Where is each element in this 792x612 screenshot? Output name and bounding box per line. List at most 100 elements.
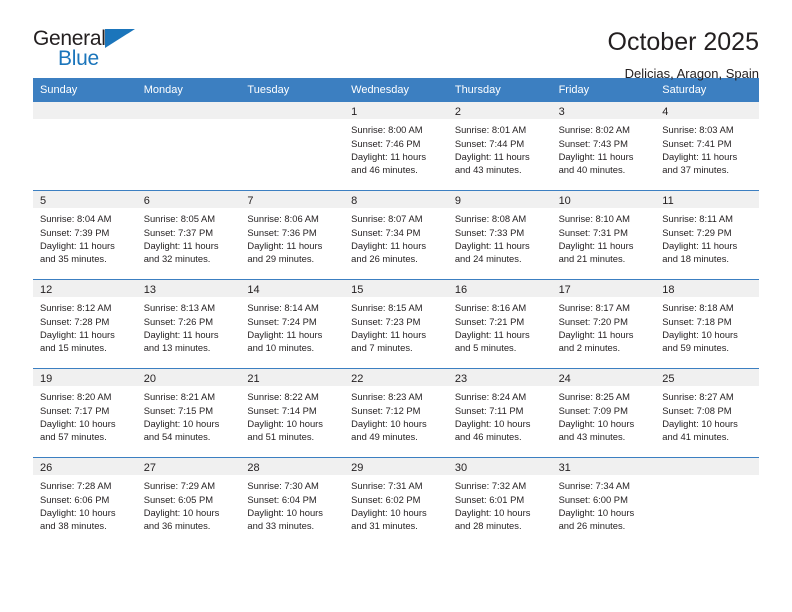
day-details: Sunrise: 8:24 AM Sunset: 7:11 PM Daylight:… — [448, 386, 552, 443]
daylight-text: Daylight: 10 hours — [558, 417, 635, 429]
day-number: 15 — [351, 284, 364, 297]
day-details: Sunrise: 7:28 AM Sunset: 6:06 PM Daylight:… — [33, 475, 137, 532]
daylight-text: Daylight: 10 hours — [351, 506, 427, 518]
calendar-day-cell[interactable]: 28 Sunrise: 7:30 AM Sunset: 6:04 PM Dayligh… — [240, 458, 345, 547]
sunset-text: Sunset: 7:28 PM — [40, 315, 110, 327]
sunrise-text: Sunrise: 8:01 AM — [454, 124, 527, 136]
sunset-text: Sunset: 7:17 PM — [40, 404, 110, 416]
day-number: 13 — [143, 284, 156, 297]
daylight-text: Daylight: 11 hours — [662, 239, 738, 251]
sunrise-text: Sunrise: 8:04 AM — [40, 213, 112, 225]
sunset-text: Sunset: 6:06 PM — [40, 493, 110, 505]
calendar-day-cell[interactable]: 26 Sunrise: 7:28 AM Sunset: 6:06 PM Dayligh… — [33, 458, 137, 547]
daylight-text-cont: and 2 minutes. — [558, 342, 621, 354]
day-details: Sunrise: 8:07 AM Sunset: 7:34 PM Daylight:… — [344, 208, 448, 265]
weekday-header-monday: Monday — [143, 84, 183, 96]
daylight-text-cont: and 26 minutes. — [351, 253, 418, 265]
brand-name-blue: Blue — [58, 47, 99, 70]
sunrise-text: Sunrise: 8:02 AM — [558, 124, 630, 136]
calendar-day-cell[interactable]: 15 Sunrise: 8:15 AM Sunset: 7:23 PM Dayligh… — [344, 280, 448, 369]
day-number: 21 — [247, 373, 260, 386]
day-number-band: 2 — [447, 102, 552, 120]
day-number-band: 31 — [551, 458, 656, 476]
day-details: Sunrise: 8:18 AM Sunset: 7:18 PM Daylight:… — [655, 297, 759, 354]
sunrise-text: Sunrise: 8:12 AM — [40, 302, 112, 314]
calendar-day-cell[interactable]: 27 Sunrise: 7:29 AM Sunset: 6:05 PM Dayligh… — [136, 458, 241, 547]
day-number-band: 5 — [33, 191, 137, 209]
day-number: 26 — [40, 462, 53, 475]
calendar-week-row: 26 Sunrise: 7:28 AM Sunset: 6:06 PM Dayligh… — [33, 457, 759, 547]
sunrise-text: Sunrise: 8:08 AM — [454, 213, 527, 225]
day-number: 10 — [558, 195, 571, 208]
calendar-day-cell[interactable]: 16 Sunrise: 8:16 AM Sunset: 7:21 PM Dayligh… — [447, 280, 552, 369]
calendar-day-cell[interactable]: 11 Sunrise: 8:11 AM Sunset: 7:29 PM Dayligh… — [655, 191, 759, 280]
calendar-day-cell[interactable]: 12 Sunrise: 8:12 AM Sunset: 7:28 PM Dayligh… — [33, 280, 137, 369]
calendar-weeks: 1 Sunrise: 8:00 AM Sunset: 7:46 PM Daylight… — [33, 102, 759, 547]
calendar-day-cell[interactable]: 8 Sunrise: 8:07 AM Sunset: 7:34 PM Daylight… — [344, 191, 448, 280]
sunrise-text: Sunrise: 8:22 AM — [247, 391, 319, 403]
sunset-text: Sunset: 7:18 PM — [662, 315, 732, 327]
calendar-day-cell[interactable]: 6 Sunrise: 8:05 AM Sunset: 7:37 PM Daylight… — [136, 191, 241, 280]
day-number-band: 11 — [655, 191, 759, 209]
calendar-day-cell[interactable]: 5 Sunrise: 8:04 AM Sunset: 7:39 PM Daylight… — [33, 191, 137, 280]
daylight-text-cont: and 10 minutes. — [247, 342, 315, 354]
day-details — [137, 119, 241, 123]
calendar-day-cell[interactable]: 23 Sunrise: 8:24 AM Sunset: 7:11 PM Dayligh… — [447, 369, 552, 458]
sunset-text: Sunset: 6:01 PM — [454, 493, 525, 505]
calendar-day-cell[interactable]: 24 Sunrise: 8:25 AM Sunset: 7:09 PM Dayligh… — [551, 369, 656, 458]
daylight-text: Daylight: 10 hours — [558, 506, 635, 518]
sunrise-text: Sunrise: 7:28 AM — [40, 480, 112, 492]
daylight-text-cont: and 24 minutes. — [454, 253, 522, 265]
calendar-day-cell[interactable]: 9 Sunrise: 8:08 AM Sunset: 7:33 PM Daylight… — [447, 191, 552, 280]
day-number: 1 — [351, 106, 358, 119]
day-details: Sunrise: 8:15 AM Sunset: 7:23 PM Daylight:… — [344, 297, 448, 354]
calendar-day-cell[interactable]: 22 Sunrise: 8:23 AM Sunset: 7:12 PM Dayligh… — [344, 369, 448, 458]
calendar-day-cell[interactable]: 31 Sunrise: 7:34 AM Sunset: 6:00 PM Dayligh… — [551, 458, 656, 547]
daylight-text-cont: and 5 minutes. — [454, 342, 517, 354]
calendar-day-cell[interactable]: 3 Sunrise: 8:02 AM Sunset: 7:43 PM Daylight… — [551, 102, 656, 191]
day-number: 9 — [454, 195, 461, 208]
daylight-text: Daylight: 11 hours — [558, 328, 634, 340]
daylight-text-cont: and 49 minutes. — [351, 431, 418, 443]
sunrise-text: Sunrise: 7:34 AM — [558, 480, 630, 492]
daylight-text: Daylight: 10 hours — [143, 417, 220, 429]
brand-logo[interactable]: General Blue — [33, 26, 143, 72]
sunset-text: Sunset: 7:21 PM — [454, 315, 525, 327]
calendar-day-cell[interactable]: 2 Sunrise: 8:01 AM Sunset: 7:44 PM Daylight… — [447, 102, 552, 191]
day-number-band — [655, 458, 759, 476]
calendar-day-cell[interactable]: 20 Sunrise: 8:21 AM Sunset: 7:15 PM Dayligh… — [136, 369, 241, 458]
daylight-text-cont: and 21 minutes. — [558, 253, 626, 265]
sunrise-text: Sunrise: 8:24 AM — [454, 391, 527, 403]
day-details — [655, 475, 759, 479]
sunrise-text: Sunrise: 8:16 AM — [454, 302, 527, 314]
calendar-day-cell[interactable]: 14 Sunrise: 8:14 AM Sunset: 7:24 PM Dayligh… — [240, 280, 345, 369]
calendar-day-cell[interactable]: 30 Sunrise: 7:32 AM Sunset: 6:01 PM Dayligh… — [447, 458, 552, 547]
day-number-band: 22 — [344, 369, 448, 387]
calendar-day-cell[interactable]: 21 Sunrise: 8:22 AM Sunset: 7:14 PM Dayligh… — [240, 369, 345, 458]
day-number: 12 — [40, 284, 53, 297]
daylight-text: Daylight: 11 hours — [558, 150, 634, 162]
day-number-band — [33, 102, 137, 120]
calendar-day-cell[interactable]: 13 Sunrise: 8:13 AM Sunset: 7:26 PM Dayligh… — [136, 280, 241, 369]
daylight-text: Daylight: 10 hours — [454, 417, 531, 429]
sunrise-text: Sunrise: 8:10 AM — [558, 213, 630, 225]
page-header: General Blue October 2025 Delicias, Arag… — [0, 0, 792, 81]
sunset-text: Sunset: 7:36 PM — [247, 226, 317, 238]
calendar-day-cell[interactable]: 25 Sunrise: 8:27 AM Sunset: 7:08 PM Dayligh… — [655, 369, 759, 458]
sunrise-text: Sunrise: 8:27 AM — [662, 391, 734, 403]
weekday-header-wednesday: Wednesday — [351, 84, 410, 96]
calendar-day-cell[interactable]: 4 Sunrise: 8:03 AM Sunset: 7:41 PM Daylight… — [655, 102, 759, 191]
calendar-day-cell[interactable]: 7 Sunrise: 8:06 AM Sunset: 7:36 PM Daylight… — [240, 191, 345, 280]
day-number: 16 — [454, 284, 468, 297]
calendar-day-cell[interactable]: 18 Sunrise: 8:18 AM Sunset: 7:18 PM Dayligh… — [655, 280, 759, 369]
day-details: Sunrise: 8:16 AM Sunset: 7:21 PM Daylight:… — [448, 297, 552, 354]
sunrise-text: Sunrise: 8:03 AM — [662, 124, 734, 136]
calendar-day-cell[interactable]: 29 Sunrise: 7:31 AM Sunset: 6:02 PM Dayligh… — [344, 458, 448, 547]
sunset-text: Sunset: 6:04 PM — [247, 493, 317, 505]
day-number: 29 — [351, 462, 364, 475]
daylight-text-cont: and 59 minutes. — [662, 342, 729, 354]
calendar-day-cell[interactable]: 10 Sunrise: 8:10 AM Sunset: 7:31 PM Dayligh… — [551, 191, 656, 280]
calendar-day-cell[interactable]: 17 Sunrise: 8:17 AM Sunset: 7:20 PM Dayligh… — [551, 280, 656, 369]
calendar-day-cell[interactable]: 1 Sunrise: 8:00 AM Sunset: 7:46 PM Daylight… — [344, 102, 448, 191]
calendar-day-cell[interactable]: 19 Sunrise: 8:20 AM Sunset: 7:17 PM Dayligh… — [33, 369, 137, 458]
